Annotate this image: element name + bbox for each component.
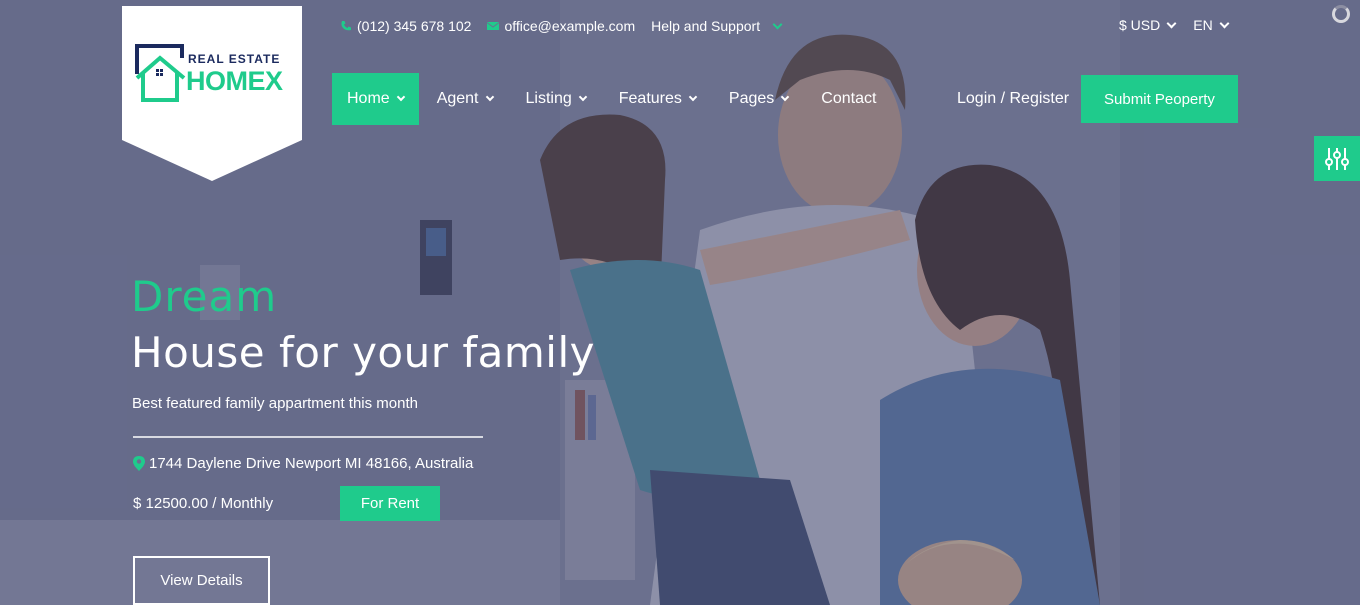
phone-icon (341, 21, 351, 31)
hero-address-text: 1744 Daylene Drive Newport MI 48166, Aus… (149, 455, 474, 472)
login-register-link[interactable]: Login / Register (957, 90, 1069, 108)
chevron-down-icon (781, 92, 790, 102)
main-nav: Home Agent Listing Features Pages Contac… (332, 73, 894, 125)
nav-item-label: Home (347, 90, 390, 107)
chevron-down-icon (396, 92, 405, 102)
logo-wordmark: HOMEX (186, 66, 283, 96)
nav-item-label: Features (618, 90, 682, 107)
chevron-down-icon (1166, 18, 1177, 28)
top-contact-bar: (012) 345 678 102 office@example.com Hel… (340, 18, 797, 34)
language-dropdown[interactable]: EN (1193, 17, 1230, 33)
chevron-down-icon (688, 92, 698, 102)
settings-toggle-button[interactable] (1314, 136, 1360, 181)
chevron-down-icon (485, 92, 494, 102)
chevron-down-icon (578, 92, 587, 102)
nav-item-pages[interactable]: Pages (714, 73, 803, 125)
phone-link[interactable]: (012) 345 678 102 (340, 18, 471, 34)
currency-dropdown[interactable]: $ USD (1119, 17, 1177, 33)
nav-item-label: Contact (821, 90, 877, 107)
map-marker-icon (133, 456, 145, 471)
hero-divider (133, 436, 483, 438)
hero-title: House for your family (131, 328, 595, 377)
view-details-button[interactable]: View Details (133, 556, 270, 605)
loader-icon (1332, 5, 1350, 23)
locale-controls: $ USD EN (1119, 17, 1246, 33)
for-rent-badge: For Rent (340, 486, 440, 521)
settings-sliders-icon (1325, 147, 1349, 170)
submit-property-button[interactable]: Submit Peoperty (1081, 75, 1238, 123)
currency-label: $ USD (1119, 17, 1161, 33)
hero-kicker: Dream (131, 272, 278, 321)
support-label: Help and Support (651, 18, 761, 34)
hero-subtitle: Best featured family appartment this mon… (132, 395, 418, 412)
hero-price: $ 12500.00 / Monthly (133, 495, 274, 512)
language-label: EN (1193, 17, 1213, 33)
site-logo[interactable]: REAL ESTATE HOMEX (122, 6, 302, 182)
hero-address: 1744 Daylene Drive Newport MI 48166, Aus… (133, 455, 473, 472)
phone-number: (012) 345 678 102 (357, 18, 472, 34)
chevron-down-icon (772, 19, 783, 29)
nav-item-label: Listing (525, 90, 572, 107)
email-link[interactable]: office@example.com (487, 18, 635, 34)
nav-item-home[interactable]: Home (332, 73, 419, 125)
nav-item-listing[interactable]: Listing (511, 73, 601, 125)
chevron-down-icon (1219, 18, 1230, 28)
email-address: office@example.com (504, 18, 636, 34)
nav-item-contact[interactable]: Contact (806, 73, 891, 125)
envelope-icon (487, 22, 500, 30)
support-dropdown[interactable]: Help and Support (651, 18, 783, 34)
nav-item-label: Pages (728, 90, 775, 107)
nav-item-agent[interactable]: Agent (422, 73, 508, 125)
logo-tagline: REAL ESTATE (188, 52, 281, 66)
nav-item-label: Agent (436, 90, 479, 107)
nav-item-features[interactable]: Features (604, 73, 711, 125)
